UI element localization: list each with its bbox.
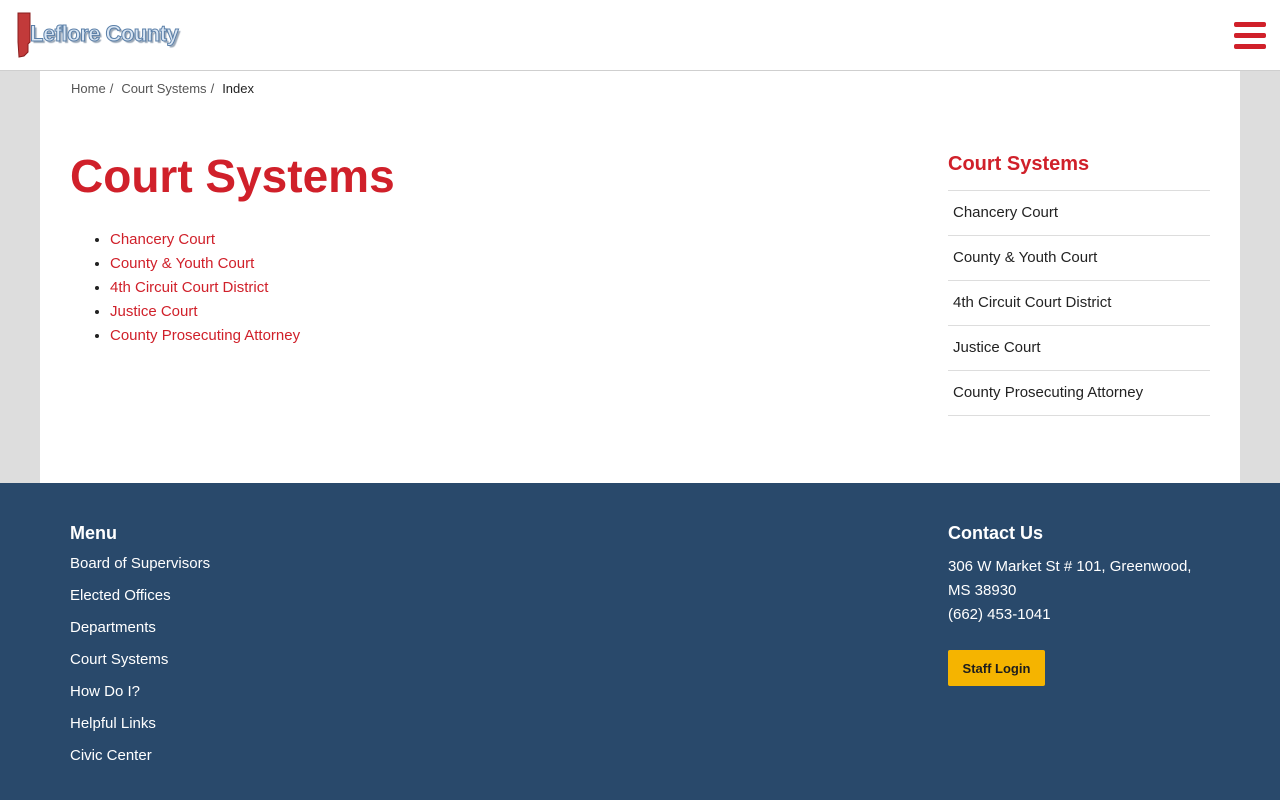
footer-menu-item: Departments: [70, 619, 210, 651]
footer-link-elected-offices[interactable]: Elected Offices: [70, 587, 171, 604]
list-item: County & Youth Court: [110, 252, 300, 276]
footer-link-civic-center[interactable]: Civic Center: [70, 747, 152, 764]
footer-menu: Board of Supervisors Elected Offices Dep…: [70, 555, 210, 779]
list-item: 4th Circuit Court District: [110, 276, 300, 300]
logo-text: Leflore County: [29, 21, 179, 47]
footer-menu-item: Helpful Links: [70, 715, 210, 747]
footer-link-court-systems[interactable]: Court Systems: [70, 651, 168, 668]
footer-menu-item: Elected Offices: [70, 587, 210, 619]
link-county-youth-court[interactable]: County & Youth Court: [110, 255, 254, 272]
court-links-list: Chancery Court County & Youth Court 4th …: [110, 228, 300, 348]
sidebar-title: Court Systems: [948, 153, 1210, 191]
footer-menu-item: Civic Center: [70, 747, 210, 779]
sidebar-item-county-youth-court[interactable]: County & Youth Court: [948, 236, 1210, 281]
hamburger-menu-icon[interactable]: [1234, 22, 1266, 50]
link-justice-court[interactable]: Justice Court: [110, 303, 198, 320]
list-item: County Prosecuting Attorney: [110, 324, 300, 348]
breadcrumb-home[interactable]: Home: [71, 81, 106, 96]
site-footer: Menu Board of Supervisors Elected Office…: [0, 483, 1280, 800]
sidebar-item-justice-court[interactable]: Justice Court: [948, 326, 1210, 371]
footer-link-board-of-supervisors[interactable]: Board of Supervisors: [70, 555, 210, 572]
footer-link-how-do-i[interactable]: How Do I?: [70, 683, 140, 700]
sidebar-item-4th-circuit-court[interactable]: 4th Circuit Court District: [948, 281, 1210, 326]
site-header: Leflore County: [0, 0, 1280, 71]
contact-address: 306 W Market St # 101, Greenwood, MS 389…: [948, 558, 1192, 599]
list-item: Justice Court: [110, 300, 300, 324]
footer-menu-item: Board of Supervisors: [70, 555, 210, 587]
sidebar-item-county-prosecuting-attorney[interactable]: County Prosecuting Attorney: [948, 371, 1210, 416]
staff-login-button[interactable]: Staff Login: [948, 650, 1045, 686]
link-chancery-court[interactable]: Chancery Court: [110, 231, 215, 248]
site-logo[interactable]: Leflore County: [16, 12, 179, 60]
contact-phone: (662) 453-1041: [948, 606, 1051, 623]
list-item: Chancery Court: [110, 228, 300, 252]
breadcrumb-separator: /: [210, 81, 215, 96]
link-4th-circuit-court[interactable]: 4th Circuit Court District: [110, 279, 268, 296]
breadcrumb: Home / Court Systems / Index: [71, 81, 254, 96]
sidebar: Court Systems Chancery Court County & Yo…: [948, 153, 1210, 416]
footer-link-helpful-links[interactable]: Helpful Links: [70, 715, 156, 732]
breadcrumb-court-systems[interactable]: Court Systems: [121, 81, 206, 96]
footer-contact-title: Contact Us: [948, 523, 1044, 543]
footer-menu-title: Menu: [70, 523, 117, 543]
footer-link-departments[interactable]: Departments: [70, 619, 156, 636]
footer-menu-item: How Do I?: [70, 683, 210, 715]
footer-menu-item: Court Systems: [70, 651, 210, 683]
page-title: Court Systems: [70, 150, 395, 202]
sidebar-item-chancery-court[interactable]: Chancery Court: [948, 191, 1210, 236]
breadcrumb-current: Index: [222, 81, 254, 96]
main-content: Home / Court Systems / Index Court Syste…: [40, 71, 1240, 483]
breadcrumb-separator: /: [109, 81, 114, 96]
link-county-prosecuting-attorney[interactable]: County Prosecuting Attorney: [110, 327, 300, 344]
